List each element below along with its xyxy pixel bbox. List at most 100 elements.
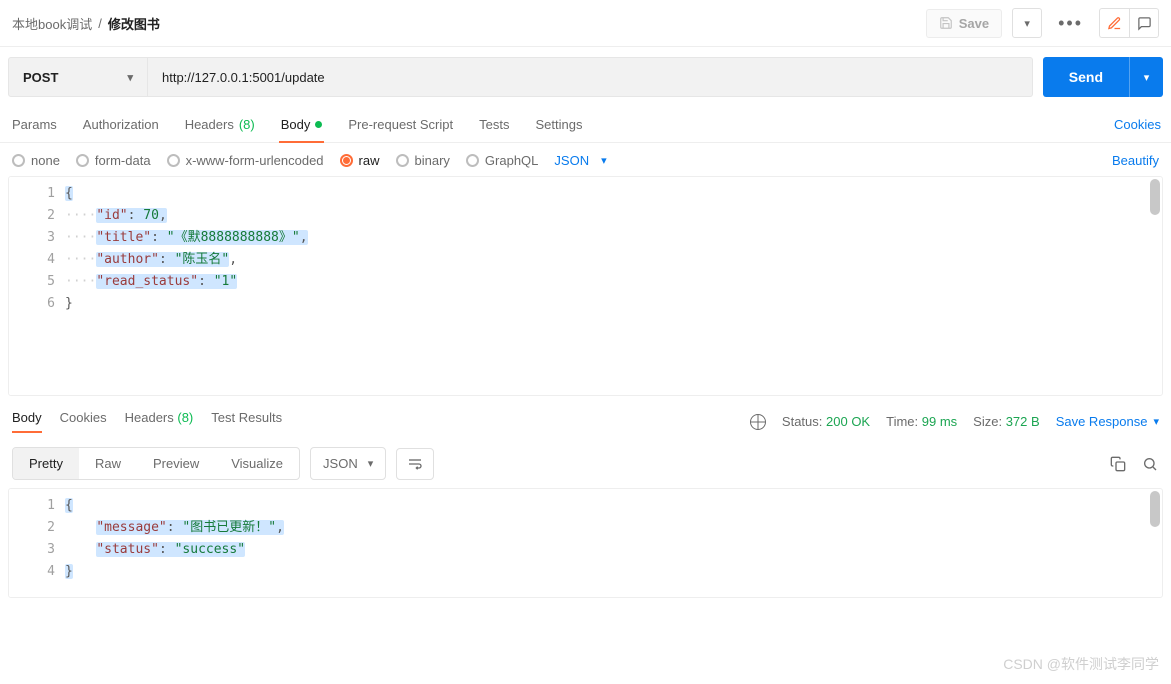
response-toolbar (1109, 455, 1159, 473)
radio-binary[interactable]: binary (396, 153, 450, 168)
url-input[interactable]: http://127.0.0.1:5001/update (148, 57, 1033, 97)
code-token: , (159, 208, 167, 223)
send-button[interactable]: Send ▾ (1043, 57, 1163, 97)
radio-label: x-www-form-urlencoded (186, 153, 324, 168)
chevron-down-icon: ▾ (601, 154, 607, 167)
resp-tab-testresults[interactable]: Test Results (211, 410, 282, 433)
tab-authorization[interactable]: Authorization (81, 107, 161, 142)
tab-prerequest[interactable]: Pre-request Script (346, 107, 455, 142)
radio-label: binary (415, 153, 450, 168)
method-select[interactable]: POST ▾ (8, 57, 148, 97)
scrollbar-thumb[interactable] (1150, 491, 1160, 527)
copy-icon-button[interactable] (1109, 455, 1127, 473)
line-gutter: 1 2 3 4 (9, 489, 65, 597)
body-format-select[interactable]: JSON ▾ (554, 153, 606, 168)
chevron-down-icon: ▾ (127, 71, 133, 84)
code-token: { (65, 186, 73, 201)
chevron-down-icon: ▾ (368, 457, 374, 470)
more-options-button[interactable]: ••• (1052, 13, 1089, 34)
tab-params[interactable]: Params (10, 107, 59, 142)
response-format-select[interactable]: JSON ▾ (310, 447, 386, 480)
code-token: } (65, 296, 73, 311)
tab-label: Headers (125, 410, 174, 425)
scrollbar-thumb[interactable] (1150, 179, 1160, 215)
meta-label: Size: (973, 414, 1002, 429)
tab-body[interactable]: Body (279, 107, 325, 142)
line-number: 6 (15, 293, 55, 315)
chevron-down-icon: ▾ (1024, 17, 1030, 30)
radio-label: GraphQL (485, 153, 538, 168)
seg-preview[interactable]: Preview (137, 448, 215, 479)
radio-graphql[interactable]: GraphQL (466, 153, 538, 168)
send-dropdown[interactable]: ▾ (1129, 57, 1163, 97)
response-body-editor[interactable]: 1 2 3 4 { "message": "图书已更新！", "status":… (8, 488, 1163, 598)
comment-icon-button[interactable] (1129, 8, 1159, 38)
body-type-radios: none form-data x-www-form-urlencoded raw… (12, 153, 538, 168)
code-token: "《默8888888888》" (167, 230, 300, 245)
search-icon-button[interactable] (1141, 455, 1159, 473)
code-token: , (300, 230, 308, 245)
headers-count: (8) (239, 117, 255, 132)
comment-icon (1137, 16, 1152, 31)
meta-value: 200 OK (826, 414, 870, 429)
line-number: 1 (15, 183, 55, 205)
tab-label: Params (12, 117, 57, 132)
format-label: JSON (554, 153, 589, 168)
radio-formdata[interactable]: form-data (76, 153, 151, 168)
status-meta: Status: 200 OK (782, 414, 870, 429)
resp-tab-headers[interactable]: Headers (8) (125, 410, 194, 433)
radio-none[interactable]: none (12, 153, 60, 168)
pencil-icon (1107, 16, 1122, 31)
view-mode-segment: Pretty Raw Preview Visualize (12, 447, 300, 480)
radio-label: form-data (95, 153, 151, 168)
code-token: "status" (96, 542, 159, 557)
size-meta: Size: 372 B (973, 414, 1040, 429)
save-response-button[interactable]: Save Response▾ (1056, 414, 1159, 429)
code-token: : (128, 208, 144, 223)
code-token: "read_status" (96, 274, 198, 289)
save-button[interactable]: Save (926, 9, 1002, 38)
meta-value: 99 ms (922, 414, 957, 429)
cookies-link[interactable]: Cookies (1114, 117, 1161, 132)
code-token: : (159, 542, 175, 557)
seg-raw[interactable]: Raw (79, 448, 137, 479)
tab-settings[interactable]: Settings (533, 107, 584, 142)
radio-raw[interactable]: raw (340, 153, 380, 168)
seg-visualize[interactable]: Visualize (215, 448, 299, 479)
tab-tests[interactable]: Tests (477, 107, 511, 142)
edit-icon-button[interactable] (1099, 8, 1129, 38)
resp-tab-cookies[interactable]: Cookies (60, 410, 107, 433)
wrap-toggle[interactable] (396, 448, 434, 480)
save-dropdown-button[interactable]: ▾ (1012, 8, 1042, 38)
radio-xwww[interactable]: x-www-form-urlencoded (167, 153, 324, 168)
edit-comment-group (1099, 8, 1159, 38)
breadcrumb-current[interactable]: 修改图书 (108, 14, 160, 33)
line-number: 5 (15, 271, 55, 293)
beautify-link[interactable]: Beautify (1112, 153, 1159, 168)
seg-pretty[interactable]: Pretty (13, 448, 79, 479)
tab-label: Settings (535, 117, 582, 132)
code-token: "陈玉名" (175, 252, 230, 267)
wrap-icon (407, 456, 423, 472)
globe-icon[interactable] (750, 414, 766, 430)
meta-label: Status: (782, 414, 822, 429)
chevron-down-icon: ▾ (1153, 415, 1159, 428)
resp-tab-body[interactable]: Body (12, 410, 42, 433)
request-body-editor[interactable]: 1 2 3 4 5 6 { ····"id": 70, ····"title":… (8, 176, 1163, 396)
tab-label: Pre-request Script (348, 117, 453, 132)
tab-label: Authorization (83, 117, 159, 132)
tab-headers[interactable]: Headers (8) (183, 107, 257, 142)
breadcrumb: 本地book调试 / 修改图书 (12, 14, 160, 33)
code-token: "success" (175, 542, 245, 557)
code-token: : (167, 520, 183, 535)
request-row: POST ▾ http://127.0.0.1:5001/update Send… (0, 47, 1171, 107)
code-token: "title" (96, 230, 151, 245)
code-area[interactable]: { "message": "图书已更新！", "status": "succes… (65, 489, 1162, 597)
line-number: 4 (15, 561, 55, 583)
breadcrumb-parent[interactable]: 本地book调试 (12, 14, 92, 33)
response-tabs: Body Cookies Headers (8) Test Results (12, 410, 282, 433)
radio-icon (76, 154, 89, 167)
tab-label: Tests (479, 117, 509, 132)
code-area[interactable]: { ····"id": 70, ····"title": "《默88888888… (65, 177, 1162, 395)
radio-icon (466, 154, 479, 167)
